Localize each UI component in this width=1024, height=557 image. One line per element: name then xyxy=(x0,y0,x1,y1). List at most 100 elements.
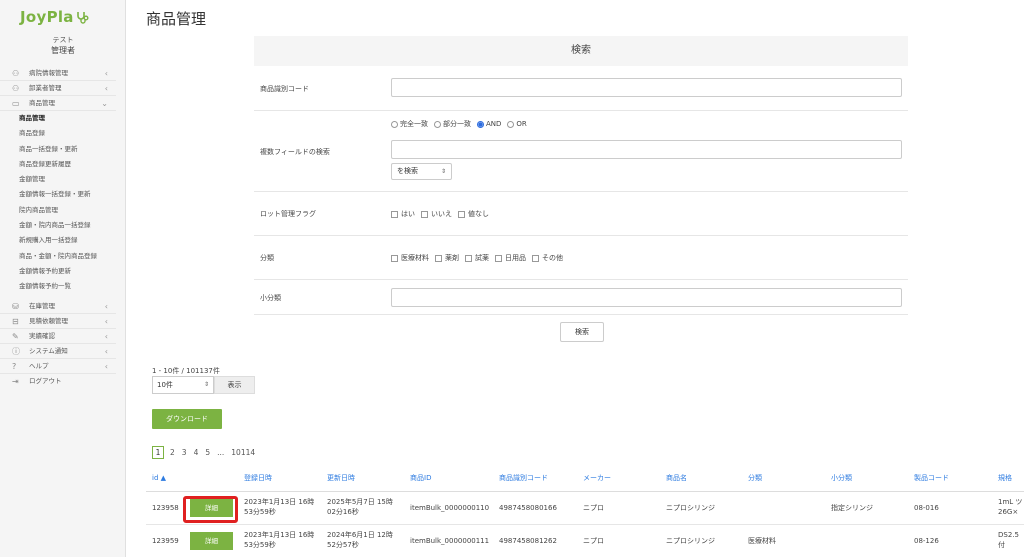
multi-field-input[interactable] xyxy=(391,140,902,159)
search-panel: 検索 商品識別コード 複数フィールドの検索 完全一致 部分一致 AND OR を… xyxy=(254,36,908,315)
sidebar-nav: ⚇ 病院情報管理 ‹ ⚇ 卸業者管理 ‹ ▭ 商品管理 ⌄ 商品管理 商品登録 商品一括登録… xyxy=(0,66,126,389)
checkbox-lot-no[interactable]: いいえ xyxy=(421,209,452,219)
updown-icon: ⇕ xyxy=(440,168,446,175)
show-button[interactable]: 表示 xyxy=(214,376,255,394)
checkbox-medical[interactable]: 医療材料 xyxy=(391,253,429,263)
download-button[interactable]: ダウンロード xyxy=(152,409,222,429)
sidebar-sub-in-hospital[interactable]: 院内商品管理 xyxy=(0,203,126,218)
sidebar-sub-price-reserve-list[interactable]: 金額情報予約一覧 xyxy=(0,279,126,294)
sidebar-sub-price-management[interactable]: 金額管理 xyxy=(0,172,126,187)
chevron-left-icon: ‹ xyxy=(104,361,108,371)
table-header: id ▲ 登録日時 更新日時 商品ID 商品識別コード メーカー 商品名 分類 … xyxy=(146,464,1024,492)
table-row: 123958 詳細 2023年1月13日 16時 53分59秒 2025年5月7日… xyxy=(146,492,1024,525)
sidebar-item-logout[interactable]: ⇥ ログアウト xyxy=(0,374,116,389)
page-title: 商品管理 xyxy=(146,10,207,28)
sidebar-sub-product-register[interactable]: 商品登録 xyxy=(0,126,126,141)
sidebar-item-products[interactable]: ▭ 商品管理 ⌄ xyxy=(0,96,116,111)
search-button[interactable]: 検索 xyxy=(560,322,604,342)
database-icon: ⛁ xyxy=(12,301,19,311)
chevron-left-icon: ‹ xyxy=(104,69,108,78)
user-org: テスト xyxy=(52,36,74,44)
page-ellipsis: ... xyxy=(217,448,225,457)
logo[interactable]: JoyPla xyxy=(20,8,89,26)
sidebar-sub-price-bulk[interactable]: 金額情報一括登録・更新 xyxy=(0,187,126,202)
checkbox-daily[interactable]: 日用品 xyxy=(495,253,526,263)
col-spec[interactable]: 規格 xyxy=(998,464,1012,492)
sidebar-sub-price-reserve-update[interactable]: 金額情報予約更新 xyxy=(0,264,126,279)
checkbox-lot-yes[interactable]: はい xyxy=(391,209,415,219)
stethoscope-icon xyxy=(76,12,89,24)
col-created[interactable]: 登録日時 xyxy=(244,464,272,492)
pagination: 1 2 3 4 5 ... 10114 xyxy=(152,446,262,459)
hospital-user-icon: ⚇ xyxy=(12,69,20,78)
sidebar-item-inventory[interactable]: ⛁ 在庫管理 ‹ xyxy=(0,299,116,314)
col-id[interactable]: id ▲ xyxy=(152,464,166,492)
sidebar-sub-register-history[interactable]: 商品登録更新履歴 xyxy=(0,157,126,172)
col-code[interactable]: 商品識別コード xyxy=(499,464,548,492)
search-row-code: 商品識別コード xyxy=(254,66,908,111)
search-row-multi: 複数フィールドの検索 完全一致 部分一致 AND OR を検索 ⇕ xyxy=(254,111,908,192)
field-select[interactable]: を検索 ⇕ xyxy=(391,163,452,180)
search-header: 検索 xyxy=(254,36,908,66)
search-row-lot: ロット管理フラグ はい いいえ 値なし xyxy=(254,192,908,236)
checkbox-lot-none[interactable]: 値なし xyxy=(458,209,489,219)
chevron-left-icon: ‹ xyxy=(104,346,108,356)
match-mode-group: 完全一致 部分一致 AND OR xyxy=(391,119,533,129)
radio-partial[interactable]: 部分一致 xyxy=(434,119,471,129)
page-current[interactable]: 1 xyxy=(152,446,164,459)
chevron-left-icon: ‹ xyxy=(104,84,108,93)
col-updated[interactable]: 更新日時 xyxy=(327,464,355,492)
col-name[interactable]: 商品名 xyxy=(666,464,687,492)
col-category[interactable]: 分類 xyxy=(748,464,762,492)
subcategory-input[interactable] xyxy=(391,288,902,307)
sidebar-item-quotes[interactable]: ⊟ 見積依頼管理 ‹ xyxy=(0,314,116,329)
col-item-id[interactable]: 商品ID xyxy=(410,464,431,492)
question-icon: ? xyxy=(12,361,17,371)
checkbox-other[interactable]: その他 xyxy=(532,253,563,263)
chevron-left-icon: ‹ xyxy=(104,301,108,311)
updown-icon: ⇕ xyxy=(203,381,209,388)
col-subcategory[interactable]: 小分類 xyxy=(831,464,852,492)
radio-exact[interactable]: 完全一致 xyxy=(391,119,428,129)
sidebar-item-hospital[interactable]: ⚇ 病院情報管理 ‹ xyxy=(0,66,116,81)
per-page-select[interactable]: 10件 ⇕ xyxy=(152,376,214,394)
user-role: 管理者 xyxy=(51,46,75,55)
chevron-left-icon: ‹ xyxy=(104,331,108,341)
sidebar-item-help[interactable]: ? ヘルプ ‹ xyxy=(0,359,116,374)
page-link[interactable]: 2 xyxy=(170,448,175,457)
col-product-code[interactable]: 製品コード xyxy=(914,464,949,492)
sidebar-sub-price-in-hospital-bulk[interactable]: 金額・院内商品一括登録 xyxy=(0,218,126,233)
radio-or[interactable]: OR xyxy=(507,119,527,129)
detail-button[interactable]: 詳細 xyxy=(190,499,233,517)
detail-button[interactable]: 詳細 xyxy=(190,532,233,550)
logout-icon: ⇥ xyxy=(12,376,19,386)
page-link[interactable]: 10114 xyxy=(231,448,255,457)
search-row-subcategory: 小分類 xyxy=(254,280,908,315)
sidebar-item-notifications[interactable]: ⓘ システム通知 ‹ xyxy=(0,344,116,359)
chevron-left-icon: ‹ xyxy=(104,316,108,326)
sidebar-sub-new-purchase-bulk[interactable]: 新規購入用一括登録 xyxy=(0,233,126,248)
sidebar: JoyPla テスト 管理者 ⚇ 病院情報管理 ‹ ⚇ 卸業者管理 ‹ ▭ 商品管理 ⌄ 商… xyxy=(0,0,126,557)
folder-icon: ▭ xyxy=(12,99,20,108)
sidebar-item-results[interactable]: ✎ 実績確認 ‹ xyxy=(0,329,116,344)
col-maker[interactable]: メーカー xyxy=(583,464,611,492)
code-input[interactable] xyxy=(391,78,902,97)
chevron-down-icon: ⌄ xyxy=(101,99,108,108)
page-link[interactable]: 3 xyxy=(182,448,187,457)
inbox-icon: ⊟ xyxy=(12,316,19,326)
sidebar-sub-bulk-register[interactable]: 商品一括登録・更新 xyxy=(0,142,126,157)
page-link[interactable]: 5 xyxy=(205,448,210,457)
checkbox-reagent[interactable]: 試薬 xyxy=(465,253,489,263)
results-count: 1 - 10件 / 101137件 xyxy=(152,367,220,375)
checkbox-drug[interactable]: 薬剤 xyxy=(435,253,459,263)
info-icon: ⓘ xyxy=(12,346,20,356)
sidebar-sub-product-price-register[interactable]: 商品・金額・院内商品登録 xyxy=(0,249,126,264)
logo-text: JoyPla xyxy=(20,8,74,26)
edit-icon: ✎ xyxy=(12,331,19,341)
page-link[interactable]: 4 xyxy=(194,448,199,457)
radio-and[interactable]: AND xyxy=(477,119,501,129)
search-row-category: 分類 医療材料 薬剤 試薬 日用品 その他 xyxy=(254,236,908,280)
table-row: 123959 詳細 2023年1月13日 16時 53分59秒 2024年6月1日… xyxy=(146,525,1024,557)
sidebar-sub-product-management[interactable]: 商品管理 xyxy=(0,111,126,126)
sidebar-item-wholesaler[interactable]: ⚇ 卸業者管理 ‹ xyxy=(0,81,116,96)
